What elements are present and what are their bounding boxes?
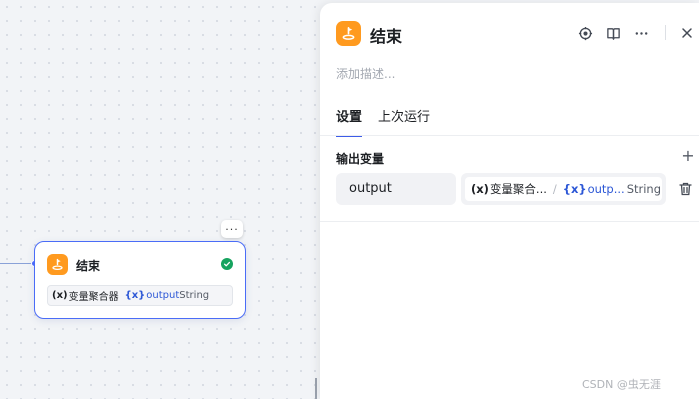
reference-separator: /	[552, 182, 557, 196]
trash-icon[interactable]	[677, 181, 693, 197]
watermark: CSDN @虫无涯	[582, 378, 661, 391]
end-node-icon	[47, 254, 68, 275]
section-divider	[320, 221, 699, 222]
end-node-icon	[336, 21, 361, 46]
panel-resize-handle[interactable]	[315, 378, 317, 399]
book-icon[interactable]	[604, 24, 622, 42]
tabs-divider	[320, 135, 699, 136]
locate-icon[interactable]	[576, 24, 594, 42]
variable-reference-chip[interactable]: (x) 变量聚合... / {x} outp... String	[465, 177, 662, 201]
node-title: 结束	[76, 259, 101, 273]
variable-icon: (x)	[471, 182, 489, 196]
end-node[interactable]: 结束 (x) 变量聚合器 {x} output String	[34, 241, 246, 319]
output-variables-title: 输出变量	[336, 152, 385, 166]
tab-last-run[interactable]: 上次运行	[378, 106, 430, 137]
node-more-button[interactable]: ···	[221, 220, 243, 238]
node-output-variable: (x) 变量聚合器 {x} output String	[47, 285, 233, 306]
workflow-canvas[interactable]: ··· 结束 (x) 变量聚合器 {x} output String	[0, 0, 320, 399]
tab-settings[interactable]: 设置	[336, 106, 363, 137]
plus-icon[interactable]: +	[681, 148, 695, 164]
reference-field-name: outp...	[587, 182, 625, 196]
output-variable-name-input[interactable]: output	[336, 173, 456, 205]
more-icon[interactable]	[632, 24, 650, 42]
variable-field-name: output	[146, 290, 180, 301]
variable-icon: (x)	[52, 290, 68, 301]
close-icon[interactable]	[678, 24, 696, 42]
check-icon	[221, 258, 233, 270]
more-icon: ···	[225, 222, 239, 236]
reference-type: String	[626, 182, 662, 196]
node-settings-panel: 结束 添加描述... 设置 上次运行 输出变量 + output (x) 变量聚…	[320, 3, 699, 399]
header-divider	[665, 25, 666, 40]
field-icon: {x}	[562, 182, 587, 196]
connection-edge[interactable]	[0, 263, 34, 264]
panel-title[interactable]: 结束	[370, 23, 402, 47]
output-variable-reference-picker[interactable]: (x) 变量聚合... / {x} outp... String	[461, 173, 666, 205]
variable-type: String	[179, 290, 210, 301]
field-icon: {x}	[124, 290, 146, 301]
variable-source-label: 变量聚合器	[68, 292, 119, 303]
reference-source-label: 变量聚合...	[489, 182, 547, 196]
description-input[interactable]: 添加描述...	[336, 65, 395, 82]
panel-tabs: 设置 上次运行	[336, 106, 430, 137]
